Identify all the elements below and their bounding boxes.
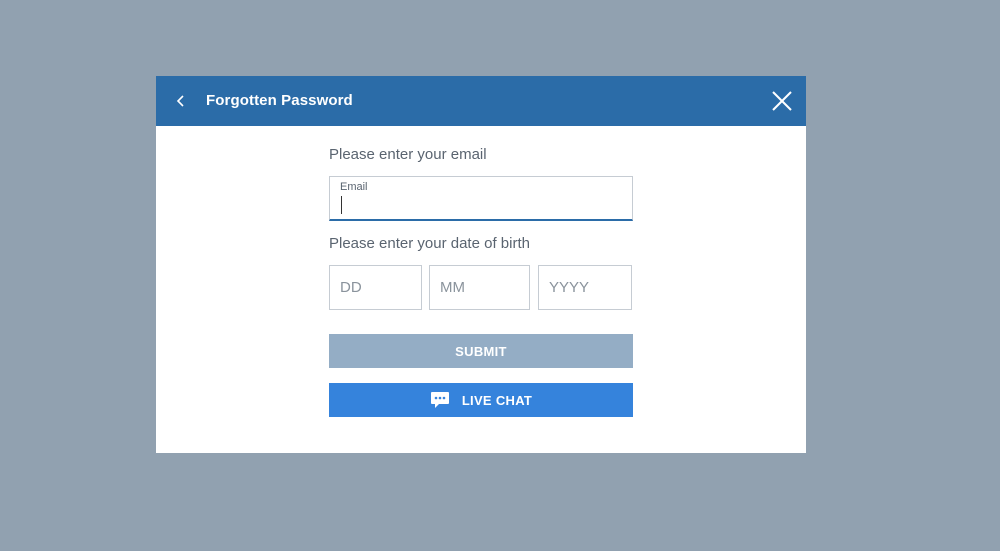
email-input[interactable] <box>340 195 620 215</box>
submit-label: SUBMIT <box>455 343 507 359</box>
chevron-left-icon <box>176 95 184 107</box>
date-of-birth-fields <box>329 265 633 310</box>
email-label: Email <box>340 181 368 193</box>
close-button[interactable] <box>770 89 794 113</box>
text-cursor <box>341 196 342 214</box>
dob-year-field[interactable] <box>538 265 632 310</box>
dob-year-input[interactable] <box>539 266 631 309</box>
dob-day-field[interactable] <box>329 265 422 310</box>
live-chat-label: LIVE CHAT <box>461 392 533 408</box>
dob-month-input[interactable] <box>430 266 529 309</box>
close-icon <box>772 91 792 111</box>
email-prompt: Please enter your email <box>329 146 487 163</box>
reset-form: Please enter your email Email Please ent… <box>329 146 633 310</box>
dialog-header: Forgotten Password <box>156 76 806 126</box>
email-field[interactable]: Email <box>329 176 633 221</box>
dialog-title: Forgotten Password <box>206 92 353 109</box>
chat-bubble-icon <box>430 392 449 408</box>
dob-day-input[interactable] <box>330 266 421 309</box>
submit-button[interactable]: SUBMIT <box>329 334 633 368</box>
live-chat-button[interactable]: LIVE CHAT <box>329 383 633 417</box>
forgotten-password-dialog: Forgotten Password Please enter your ema… <box>156 76 806 453</box>
back-button[interactable] <box>170 89 192 113</box>
dob-prompt: Please enter your date of birth <box>329 235 530 252</box>
dob-month-field[interactable] <box>429 265 530 310</box>
